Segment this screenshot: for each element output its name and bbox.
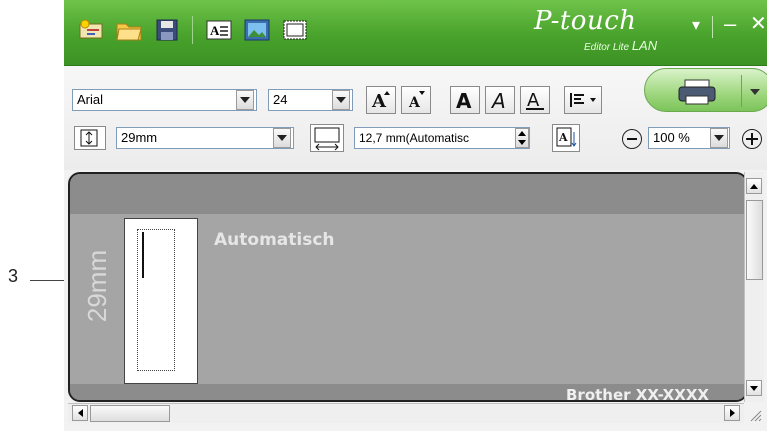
app-window: A P-touch Editor Lite LAN ▾ – ✕ Arial 24…	[64, 0, 767, 431]
scroll-down-button[interactable]	[746, 380, 762, 396]
chevron-down-icon	[240, 97, 250, 103]
label-canvas[interactable]: 29mm Automatisch Brother XX-XXXX	[68, 172, 748, 402]
scroll-up-button[interactable]	[746, 178, 762, 194]
frame-icon[interactable]	[280, 15, 310, 45]
underline-button[interactable]: A	[520, 86, 550, 114]
close-button[interactable]: ✕	[750, 12, 767, 36]
spin-down-icon[interactable]	[518, 140, 526, 145]
scroll-left-button[interactable]	[72, 405, 88, 421]
svg-text:A: A	[456, 89, 472, 111]
text-caret	[142, 232, 144, 278]
svg-text:A: A	[490, 89, 506, 111]
svg-text:A: A	[408, 95, 421, 111]
print-separator	[741, 75, 742, 107]
grow-font-icon: A	[371, 91, 390, 111]
open-label-icon[interactable]	[76, 15, 106, 45]
printer-name-label: Brother XX-XXXX	[566, 386, 709, 402]
tape-width-icon	[74, 126, 106, 150]
title-separator	[712, 16, 713, 38]
svg-text:A: A	[527, 90, 540, 111]
minus-icon	[627, 138, 637, 140]
app-logo-editor: Editor Lite	[584, 42, 630, 53]
menu-dropdown-icon[interactable]: ▾	[692, 14, 700, 38]
auto-length-label: Automatisch	[214, 230, 335, 250]
image-icon[interactable]	[242, 15, 272, 45]
scroll-right-button[interactable]	[724, 405, 740, 421]
tape-width-select[interactable]: 29mm	[116, 127, 294, 149]
print-button[interactable]	[644, 68, 767, 112]
toolbar-separator	[192, 16, 193, 44]
italic-button[interactable]: A	[485, 86, 515, 114]
title-bar: A P-touch Editor Lite LAN ▾ – ✕	[64, 0, 767, 66]
print-options-chevron-icon	[750, 89, 760, 95]
zoom-out-button[interactable]	[622, 129, 642, 149]
zoom-dropdown-button[interactable]	[710, 128, 728, 148]
bold-button[interactable]: A	[450, 86, 480, 114]
chevron-down-icon	[277, 135, 287, 141]
label-length-icon	[310, 124, 344, 152]
spin-up-icon[interactable]	[518, 131, 526, 136]
label-length-input[interactable]: 12,7 mm(Automatisc	[354, 127, 530, 149]
app-logo-lan: LAN	[631, 38, 658, 53]
save-icon[interactable]	[152, 15, 182, 45]
canvas-top-margin	[70, 174, 746, 214]
chevron-down-icon	[714, 135, 724, 141]
svg-text:A: A	[210, 23, 220, 38]
app-logo-subtitle: Editor Lite LAN	[584, 38, 657, 53]
font-name-select[interactable]: Arial	[72, 89, 257, 111]
shrink-font-icon: A	[408, 91, 425, 111]
underline-icon: A	[526, 90, 544, 111]
resize-grip-icon[interactable]	[748, 408, 762, 422]
label-preview[interactable]	[124, 218, 198, 384]
text-object[interactable]	[137, 229, 175, 371]
grow-font-button[interactable]: A	[366, 86, 396, 114]
svg-text:A: A	[371, 91, 387, 111]
font-name-dropdown-button[interactable]	[236, 90, 254, 110]
app-logo: P-touch	[534, 6, 637, 36]
shrink-font-button[interactable]: A	[401, 86, 431, 114]
chevron-down-icon	[336, 97, 346, 103]
italic-icon: A	[490, 89, 506, 111]
minimize-button[interactable]: –	[724, 12, 736, 36]
open-folder-icon[interactable]	[114, 15, 144, 45]
vertical-scroll-thumb[interactable]	[746, 200, 763, 280]
font-size-dropdown-button[interactable]	[332, 90, 350, 110]
align-left-icon	[570, 93, 596, 107]
length-spinner[interactable]	[515, 128, 529, 148]
horizontal-scroll-thumb[interactable]	[90, 405, 170, 422]
bold-icon: A	[456, 89, 472, 111]
property-toolbar: Arial 24 A A A A A 29mm 12,7 mm(Automati…	[64, 66, 767, 170]
svg-text:A: A	[558, 131, 568, 144]
text-direction-icon: A	[556, 127, 577, 147]
align-button[interactable]	[564, 86, 602, 114]
text-direction-button[interactable]: A	[552, 124, 580, 152]
callout-line	[30, 280, 67, 281]
text-box-icon[interactable]: A	[204, 15, 234, 45]
plus-icon	[746, 133, 758, 145]
vertical-scrollbar[interactable]	[744, 172, 764, 402]
callout-number: 3	[8, 266, 19, 286]
tape-width-dropdown-button[interactable]	[273, 128, 291, 148]
printer-icon	[678, 79, 716, 105]
horizontal-scrollbar[interactable]	[68, 403, 744, 423]
zoom-in-button[interactable]	[742, 129, 762, 149]
